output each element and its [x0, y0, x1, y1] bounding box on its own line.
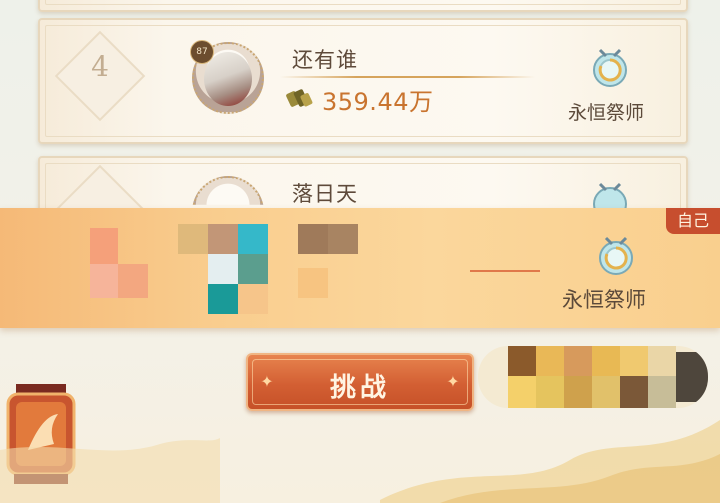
avatar-obscured [178, 224, 270, 320]
rank-row[interactable]: 4 87 还有谁 359.44万 永恒祭师 [38, 18, 688, 144]
eternal-priest-emblem-icon [593, 48, 627, 87]
cloud-decoration-icon [380, 420, 720, 503]
battle-power-icon [286, 89, 313, 107]
rank-row-partial-top [38, 0, 688, 12]
obscured-resource [478, 346, 708, 408]
cloud-decoration-icon [0, 438, 220, 503]
title-label: 永恒祭师 [562, 288, 646, 312]
ornament-icon: ✦ [446, 372, 460, 391]
rank-number-obscured [90, 228, 148, 298]
avatar-portrait [204, 52, 252, 106]
battle-power-value: 359.44万 [322, 88, 434, 116]
title-label: 永恒祭师 [568, 102, 645, 124]
self-rank-row[interactable]: 自己 永恒祭师 [0, 208, 720, 328]
eternal-priest-emblem-icon [599, 236, 633, 275]
challenge-button-label: 挑战 [329, 373, 390, 403]
name-divider [470, 270, 540, 272]
player-name: 落日天 [292, 182, 358, 206]
player-name: 还有谁 [292, 48, 358, 72]
rank-number: 4 [91, 50, 109, 83]
self-tag: 自己 [666, 208, 720, 234]
name-divider [280, 76, 535, 78]
player-name-obscured [298, 224, 388, 298]
level-badge: 87 [190, 40, 214, 64]
